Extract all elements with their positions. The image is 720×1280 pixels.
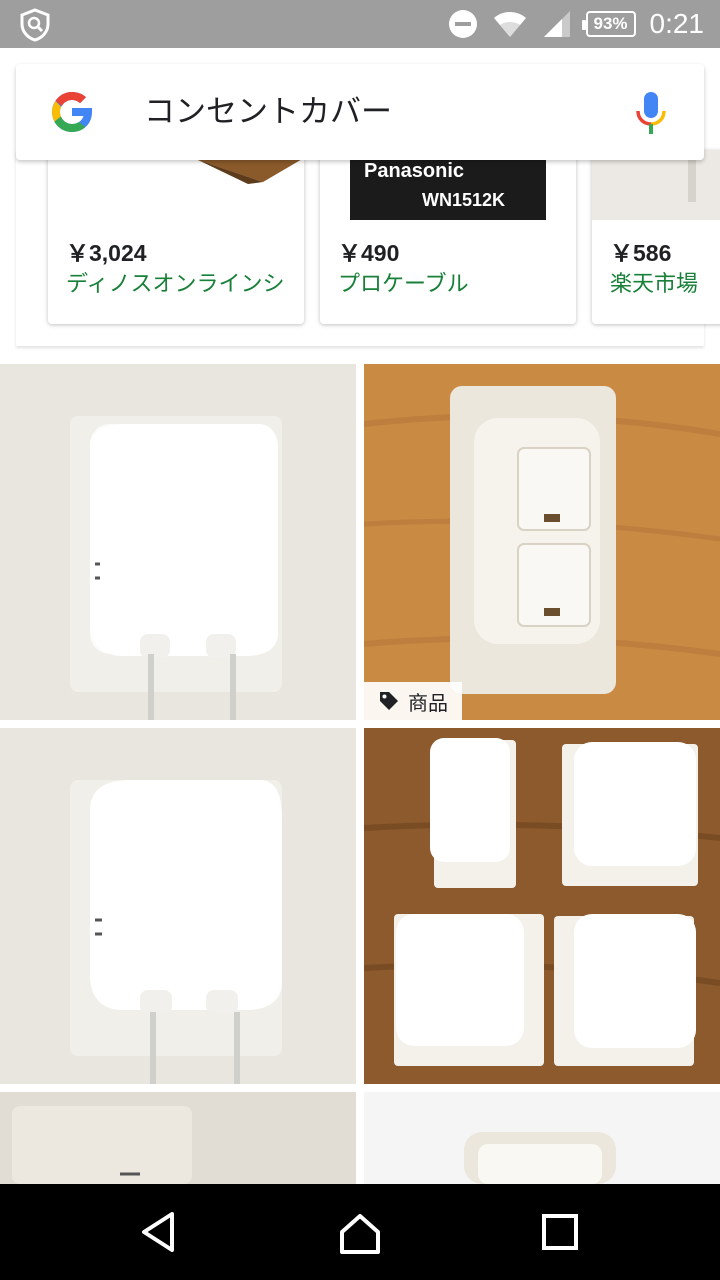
product-card[interactable]: Panasonic WN1512K ￥490 プロケーブル bbox=[320, 150, 576, 324]
outlet-covers-set-photo bbox=[364, 728, 720, 1084]
outlet-cover-photo bbox=[0, 364, 356, 720]
image-result[interactable] bbox=[0, 364, 356, 720]
product-image bbox=[592, 150, 720, 220]
product-merchant[interactable]: 楽天市場 bbox=[610, 266, 720, 298]
tag-icon bbox=[380, 692, 398, 710]
product-price: ￥490 bbox=[338, 240, 400, 266]
image-result[interactable]: 商品 bbox=[364, 364, 720, 720]
battery-percent: 93% bbox=[593, 14, 628, 33]
home-icon[interactable] bbox=[334, 1206, 386, 1258]
image-result[interactable] bbox=[364, 728, 720, 1084]
image-result[interactable] bbox=[0, 1092, 356, 1184]
outlet-cover-photo bbox=[0, 728, 356, 1084]
product-price: ￥3,024 bbox=[66, 240, 147, 266]
product-image: Panasonic WN1512K bbox=[320, 150, 576, 220]
outlet-cover-photo bbox=[364, 1092, 720, 1184]
status-bar: 93% 0:21 bbox=[0, 0, 720, 48]
battery-icon: 93% bbox=[581, 11, 636, 37]
product-merchant[interactable]: プロケーブル bbox=[338, 266, 560, 298]
clock: 0:21 bbox=[649, 8, 705, 39]
navigation-bar bbox=[0, 1184, 720, 1280]
image-result[interactable] bbox=[0, 728, 356, 1084]
screen: { "status_bar": { "time": "0:21", "batte… bbox=[0, 0, 720, 1280]
product-badge-label: 商品 bbox=[408, 690, 448, 715]
signal-icon bbox=[543, 11, 570, 37]
shield-icon bbox=[20, 8, 50, 42]
product-card[interactable]: ￥3,024 ディノスオンラインショップ bbox=[48, 150, 304, 324]
mic-icon[interactable] bbox=[634, 90, 668, 136]
search-input[interactable]: コンセントカバー bbox=[144, 64, 392, 160]
image-result[interactable] bbox=[364, 1092, 720, 1184]
product-badge: 商品 bbox=[364, 682, 462, 720]
product-card[interactable]: ￥586 楽天市場 bbox=[592, 150, 720, 324]
model-number-text: WN1512K bbox=[422, 190, 505, 210]
product-image bbox=[48, 150, 304, 220]
back-icon[interactable] bbox=[132, 1206, 184, 1258]
product-price: ￥586 bbox=[610, 240, 672, 266]
wifi-icon bbox=[493, 12, 526, 37]
do-not-disturb-icon bbox=[448, 10, 477, 38]
google-logo[interactable] bbox=[46, 86, 98, 138]
search-bar[interactable]: コンセントカバー bbox=[16, 64, 704, 160]
outlet-cover-photo bbox=[0, 1092, 356, 1184]
recents-icon[interactable] bbox=[534, 1206, 586, 1258]
product-merchant[interactable]: ディノスオンラインショップ bbox=[66, 266, 288, 298]
panasonic-brand-text: Panasonic bbox=[364, 160, 464, 182]
outlet-cover-photo bbox=[364, 364, 720, 720]
